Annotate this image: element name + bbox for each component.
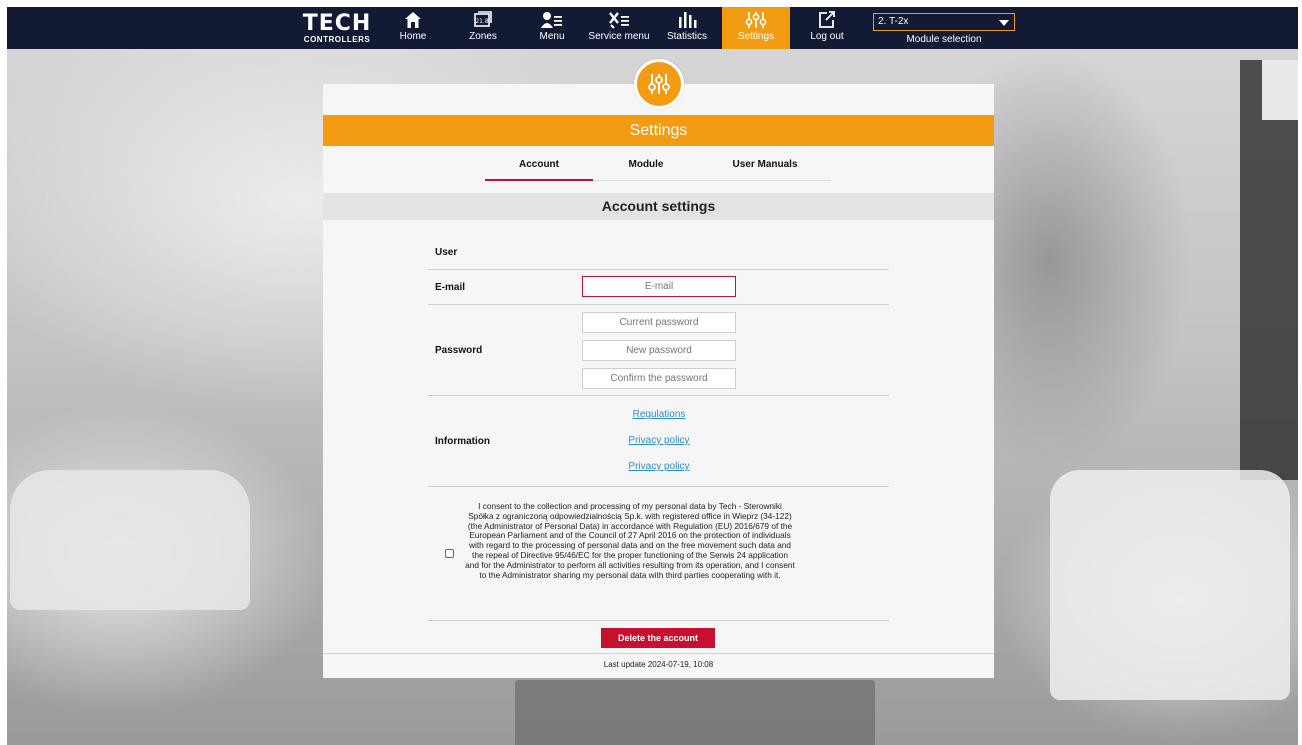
module-selection-label: Module selection bbox=[906, 34, 982, 45]
frame-right bbox=[1298, 0, 1302, 745]
user-label: User bbox=[435, 247, 458, 258]
tab-module[interactable]: Module bbox=[593, 150, 699, 181]
background-sofa-right bbox=[1050, 470, 1290, 700]
zones-icon-text: 21.8 bbox=[475, 18, 489, 25]
top-navigation-bar: TECH CONTROLLERS Home 21.8 Zones Menu Se… bbox=[7, 7, 1298, 49]
section-title: Account settings bbox=[323, 193, 994, 220]
consent-checkbox[interactable] bbox=[445, 549, 454, 558]
settings-tabs: Account Module User Manuals bbox=[485, 150, 831, 181]
nav-zones[interactable]: 21.8 Zones bbox=[457, 7, 509, 49]
tools-icon bbox=[587, 7, 651, 31]
consent-text: I consent to the collection and processi… bbox=[465, 501, 795, 580]
divider bbox=[428, 269, 889, 270]
delete-account-button[interactable]: Delete the account bbox=[601, 628, 715, 648]
new-password-field[interactable] bbox=[582, 340, 736, 361]
nav-menu-label: Menu bbox=[539, 31, 565, 42]
confirm-password-field[interactable] bbox=[582, 368, 736, 389]
user-menu-icon bbox=[527, 7, 577, 31]
thermostat-icon: 21.8 bbox=[457, 7, 509, 31]
logout-icon bbox=[802, 7, 852, 31]
nav-settings-label: Settings bbox=[737, 31, 775, 42]
nav-log-out[interactable]: Log out bbox=[802, 7, 852, 49]
sliders-icon bbox=[722, 7, 790, 31]
email-label: E-mail bbox=[435, 282, 466, 293]
settings-badge bbox=[634, 59, 684, 109]
bar-chart-icon bbox=[662, 7, 712, 31]
settings-panel: Settings Account Module User Manuals Acc… bbox=[323, 84, 994, 678]
nav-service-menu[interactable]: Service menu bbox=[587, 7, 651, 49]
home-icon bbox=[387, 7, 439, 31]
nav-home[interactable]: Home bbox=[387, 7, 439, 49]
nav-statistics[interactable]: Statistics bbox=[662, 7, 712, 49]
privacy-policy-link[interactable]: Privacy policy bbox=[582, 435, 736, 446]
nav-home-label: Home bbox=[399, 31, 427, 42]
sliders-icon bbox=[647, 72, 671, 101]
nav-service-menu-label: Service menu bbox=[588, 31, 650, 42]
background-table bbox=[515, 680, 875, 745]
module-select[interactable]: 2. T-2x bbox=[873, 13, 1015, 31]
last-update: Last update 2024-07-19, 10:08 bbox=[603, 660, 714, 669]
chevron-down-icon bbox=[999, 20, 1009, 26]
background-window bbox=[1240, 60, 1298, 480]
nav-log-out-label: Log out bbox=[810, 31, 844, 42]
information-label: Information bbox=[435, 436, 490, 447]
current-password-field[interactable] bbox=[582, 312, 736, 333]
frame-left bbox=[0, 0, 7, 745]
divider bbox=[428, 620, 889, 621]
brand-logo-name: TECH bbox=[302, 11, 372, 36]
privacy-policy-link-2[interactable]: Privacy policy bbox=[582, 461, 736, 472]
password-label: Password bbox=[435, 345, 483, 356]
divider bbox=[428, 395, 889, 396]
email-field[interactable] bbox=[582, 276, 736, 297]
tab-user-manuals[interactable]: User Manuals bbox=[699, 150, 831, 181]
regulations-link[interactable]: Regulations bbox=[582, 409, 736, 420]
brand-logo[interactable]: TECH CONTROLLERS bbox=[302, 11, 372, 45]
nav-menu[interactable]: Menu bbox=[527, 7, 577, 49]
nav-settings[interactable]: Settings bbox=[722, 7, 790, 49]
frame-top bbox=[0, 0, 1302, 7]
divider bbox=[428, 486, 889, 487]
page-title: Settings bbox=[323, 115, 994, 146]
brand-logo-sub: CONTROLLERS bbox=[303, 35, 371, 44]
background-sofa-left bbox=[10, 470, 250, 610]
nav-statistics-label: Statistics bbox=[666, 31, 707, 42]
module-select-value: 2. T-2x bbox=[878, 16, 909, 27]
footer-divider bbox=[323, 653, 994, 654]
background-window-pane bbox=[1262, 60, 1302, 120]
tab-account[interactable]: Account bbox=[485, 150, 593, 181]
divider bbox=[428, 304, 889, 305]
nav-zones-label: Zones bbox=[469, 31, 497, 42]
